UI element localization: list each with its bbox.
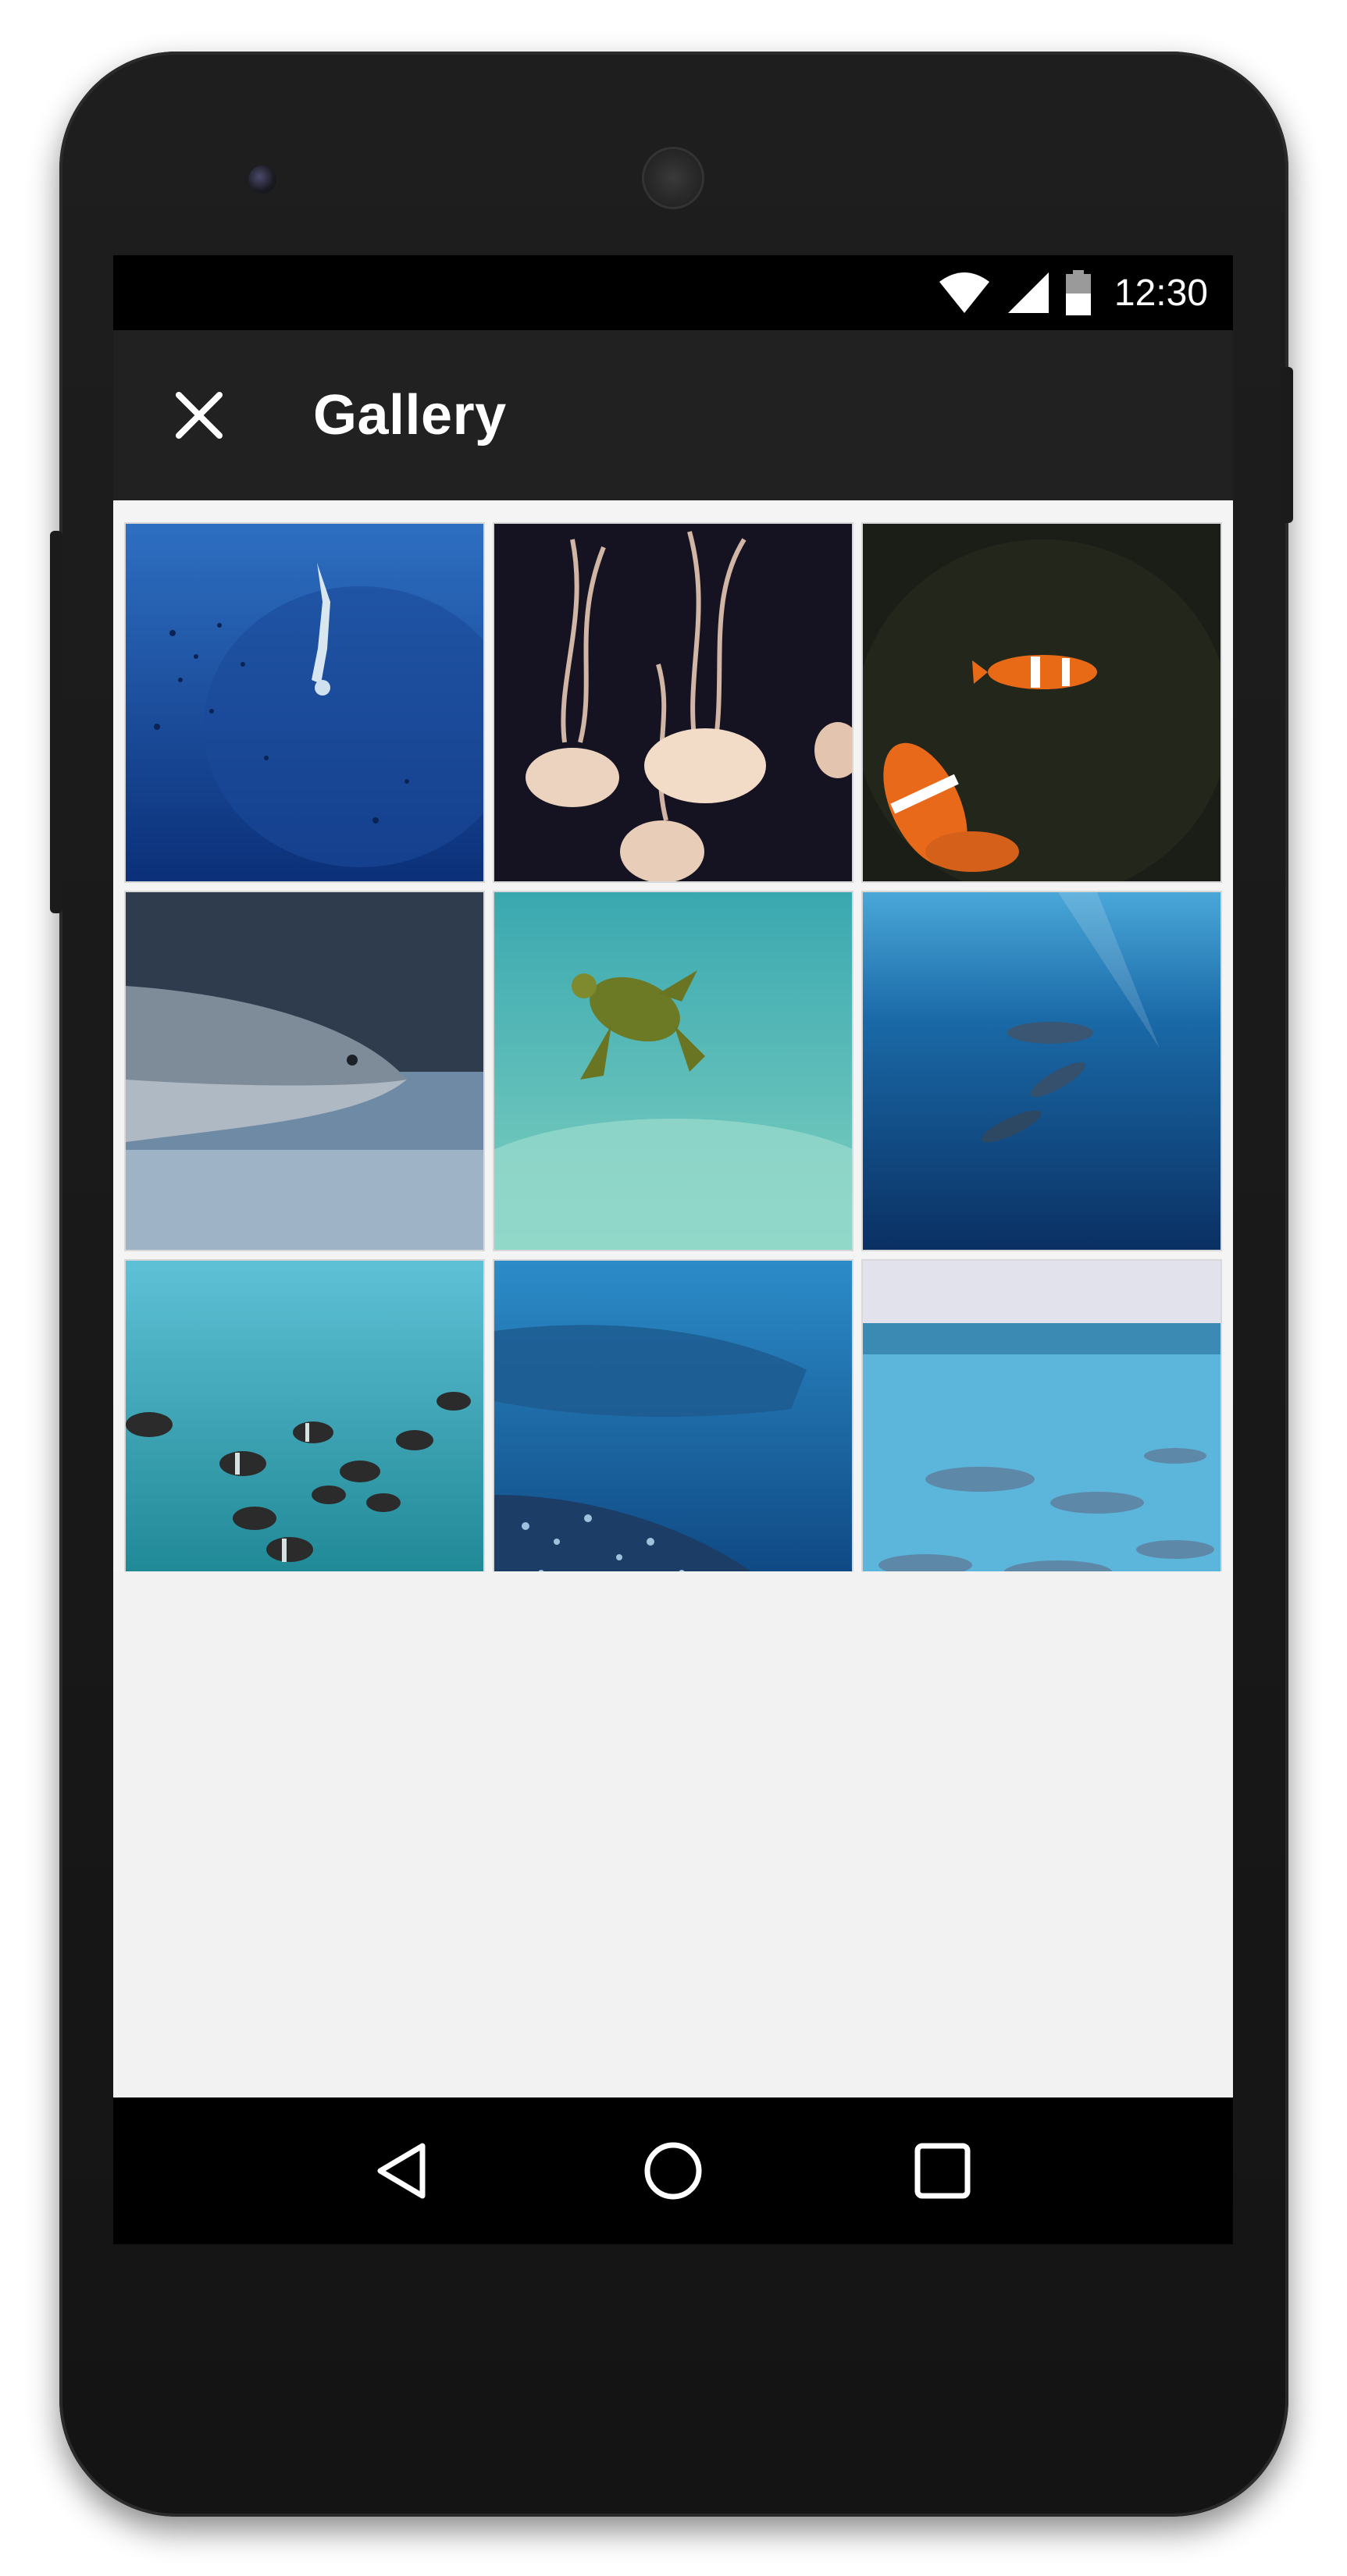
volume-rocker	[50, 531, 62, 913]
photo-shark[interactable]	[124, 891, 485, 1251]
recents-button[interactable]	[896, 2124, 989, 2218]
photo-fish-school-surface[interactable]	[861, 1259, 1222, 1571]
wifi-icon	[938, 271, 991, 315]
cell-signal-icon	[1007, 271, 1050, 315]
page-title: Gallery	[313, 384, 507, 447]
home-button[interactable]	[626, 2124, 720, 2218]
power-button	[1281, 367, 1293, 523]
status-time: 12:30	[1114, 272, 1208, 314]
photo-grid	[113, 500, 1233, 1571]
photo-striped-fish-school[interactable]	[124, 1259, 485, 1571]
photo-whale-shark[interactable]	[493, 1259, 853, 1571]
navigation-bar	[113, 2097, 1233, 2244]
close-icon	[176, 392, 223, 439]
earpiece-speaker	[642, 147, 704, 209]
app-bar: Gallery	[113, 330, 1233, 500]
photo-jellyfish[interactable]	[493, 522, 853, 883]
back-button[interactable]	[357, 2124, 451, 2218]
recents-icon	[914, 2143, 971, 2199]
photo-dolphins[interactable]	[861, 891, 1222, 1251]
home-icon	[644, 2142, 702, 2200]
photo-sea-turtle[interactable]	[493, 891, 853, 1251]
screen: 12:30 Gallery	[113, 255, 1233, 2244]
front-camera	[248, 165, 276, 194]
status-bar: 12:30	[113, 255, 1233, 330]
photo-freediver[interactable]	[124, 522, 485, 883]
battery-icon	[1065, 270, 1091, 315]
close-button[interactable]	[152, 368, 246, 462]
photo-clownfish[interactable]	[861, 522, 1222, 883]
back-icon	[377, 2143, 426, 2199]
